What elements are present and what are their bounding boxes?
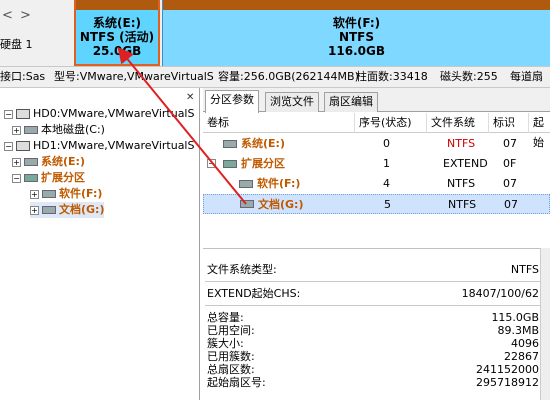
partition-manager-window: < > 硬盘 1 系统(E:) NTFS (活动) 25.0GB 软件(F:) … [0,0,550,400]
annotation-arrow [117,46,247,205]
